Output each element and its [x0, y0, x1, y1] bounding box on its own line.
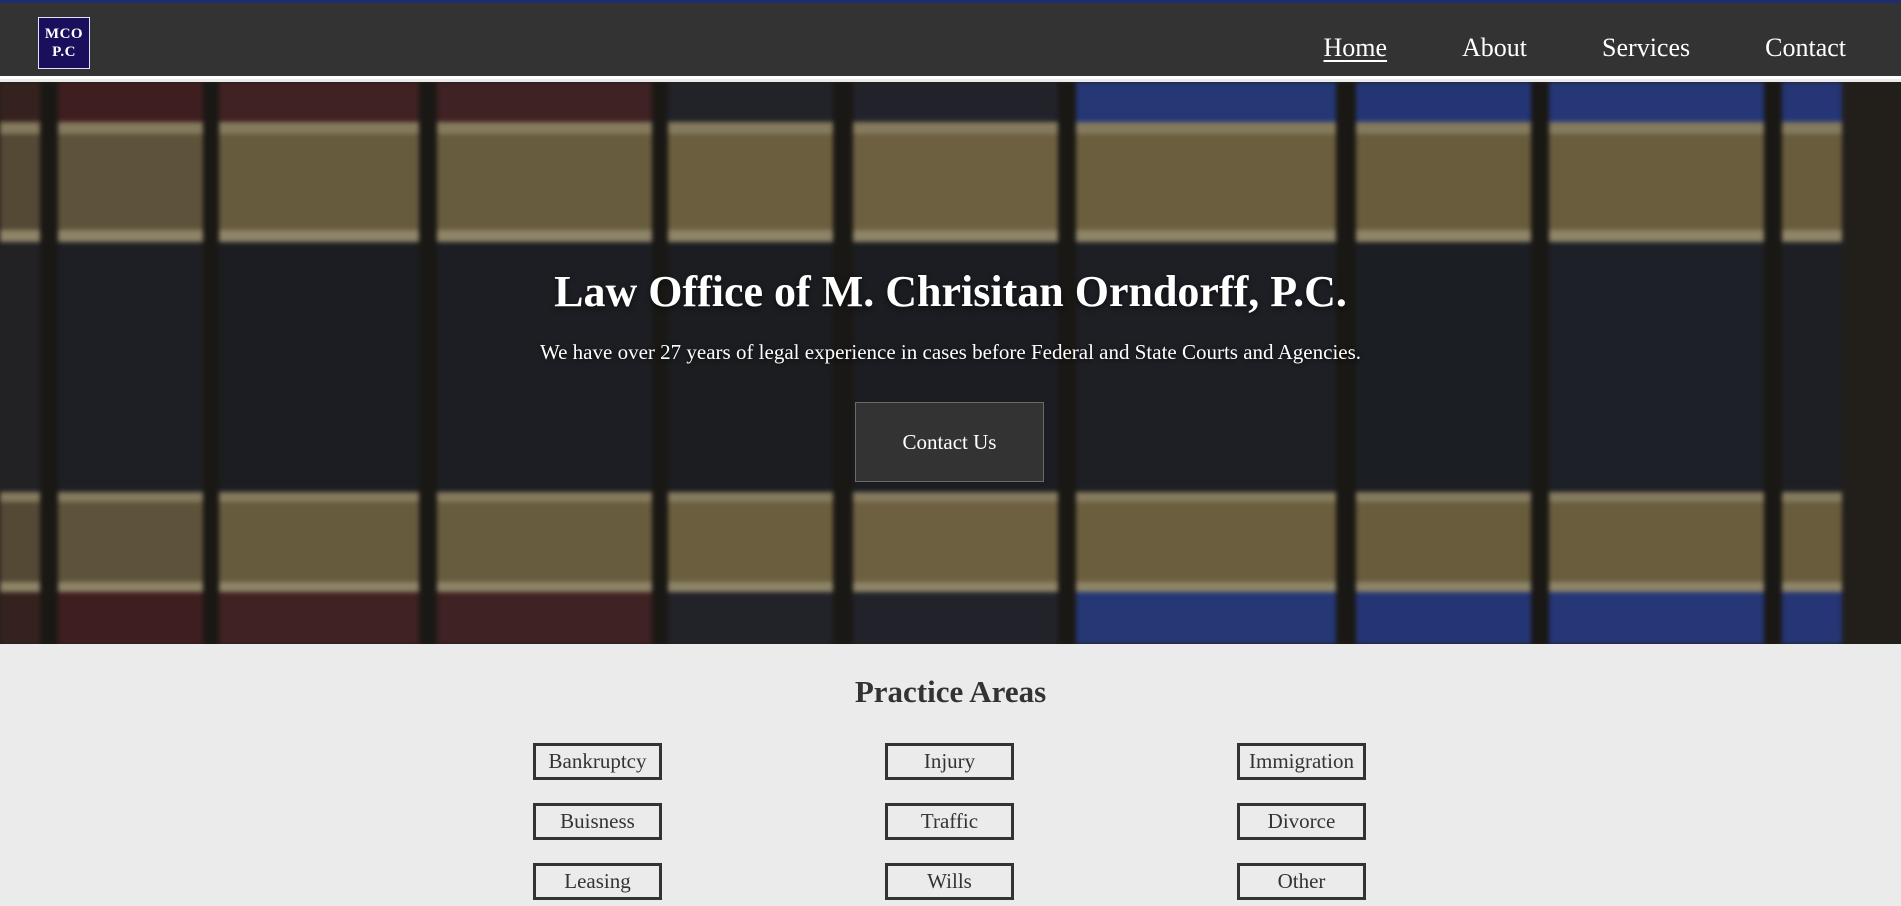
logo[interactable]: MCO P.C — [38, 17, 90, 69]
practice-area-immigration[interactable]: Immigration — [1237, 743, 1366, 780]
main-nav: Home About Services Contact — [1323, 33, 1846, 63]
practice-area-divorce[interactable]: Divorce — [1237, 803, 1366, 840]
contact-us-button[interactable]: Contact Us — [855, 402, 1044, 482]
nav-contact[interactable]: Contact — [1765, 33, 1846, 63]
practice-area-business[interactable]: Buisness — [533, 803, 662, 840]
practice-area-other[interactable]: Other — [1237, 863, 1366, 900]
practice-areas-section: Practice Areas Bankruptcy Injury Immigra… — [0, 644, 1901, 906]
nav-services[interactable]: Services — [1602, 33, 1690, 63]
practice-area-wills[interactable]: Wills — [885, 863, 1014, 900]
practice-area-bankruptcy[interactable]: Bankruptcy — [533, 743, 662, 780]
nav-about[interactable]: About — [1462, 33, 1527, 63]
page: MCO P.C Home About Services Contact Law … — [0, 0, 1901, 906]
practice-area-injury[interactable]: Injury — [885, 743, 1014, 780]
hero-content: Law Office of M. Chrisitan Orndorff, P.C… — [0, 82, 1901, 644]
nav-home[interactable]: Home — [1323, 33, 1387, 63]
hero-title: Law Office of M. Chrisitan Orndorff, P.C… — [554, 267, 1347, 316]
practice-areas-title: Practice Areas — [854, 674, 1047, 709]
practice-area-traffic[interactable]: Traffic — [885, 803, 1014, 840]
logo-line-1: MCO — [44, 26, 84, 42]
site-header: MCO P.C Home About Services Contact — [0, 3, 1901, 79]
practice-area-leasing[interactable]: Leasing — [533, 863, 662, 900]
logo-line-2: P.C — [52, 44, 76, 60]
hero-section: Law Office of M. Chrisitan Orndorff, P.C… — [0, 82, 1901, 644]
hero-subtitle: We have over 27 years of legal experienc… — [539, 340, 1362, 364]
